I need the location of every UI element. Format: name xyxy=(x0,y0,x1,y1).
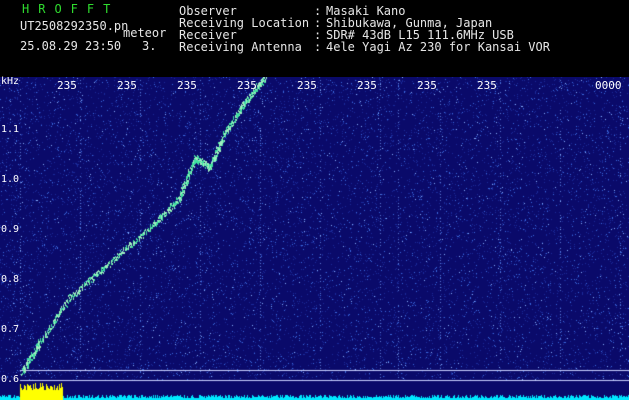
x-tick-label: 235 xyxy=(177,79,197,92)
separator: : xyxy=(314,40,322,54)
x-tick-label: 235 xyxy=(417,79,437,92)
datetime-label: 25.08.29 23:50 xyxy=(20,39,122,53)
file-name: UT2508292350.pn xyxy=(20,19,129,33)
mode-label: meteor xyxy=(123,26,167,40)
spectrogram-canvas xyxy=(0,77,629,400)
antenna-value: 4ele Yagi Az 230 for Kansai VOR xyxy=(326,40,550,54)
x-tick-label: 235 xyxy=(297,79,317,92)
x-tick-label: 235 xyxy=(237,79,257,92)
y-tick-label: 1.1 xyxy=(1,124,20,135)
y-tick-label: 0.8 xyxy=(1,274,20,285)
y-tick-label: 0.9 xyxy=(1,224,20,235)
app-brand: HROFFT xyxy=(22,2,120,16)
count-label: 3. xyxy=(142,39,157,53)
x-tick-label: 235 xyxy=(357,79,377,92)
antenna-key: Receiving Antenna xyxy=(179,40,302,54)
x-tick-label: 235 xyxy=(117,79,137,92)
antenna-row: Receiving Antenna : 4ele Yagi Az 230 for… xyxy=(179,41,619,53)
y-tick-label: 0.7 xyxy=(1,324,20,335)
x-tick-label: 0000 xyxy=(595,79,622,92)
x-tick-label: 235 xyxy=(57,79,77,92)
y-tick-label: 1.0 xyxy=(1,174,20,185)
y-tick-label: 0.6 xyxy=(1,374,20,385)
frequency-unit-label: kHz xyxy=(1,76,20,87)
x-tick-label: 235 xyxy=(477,79,497,92)
